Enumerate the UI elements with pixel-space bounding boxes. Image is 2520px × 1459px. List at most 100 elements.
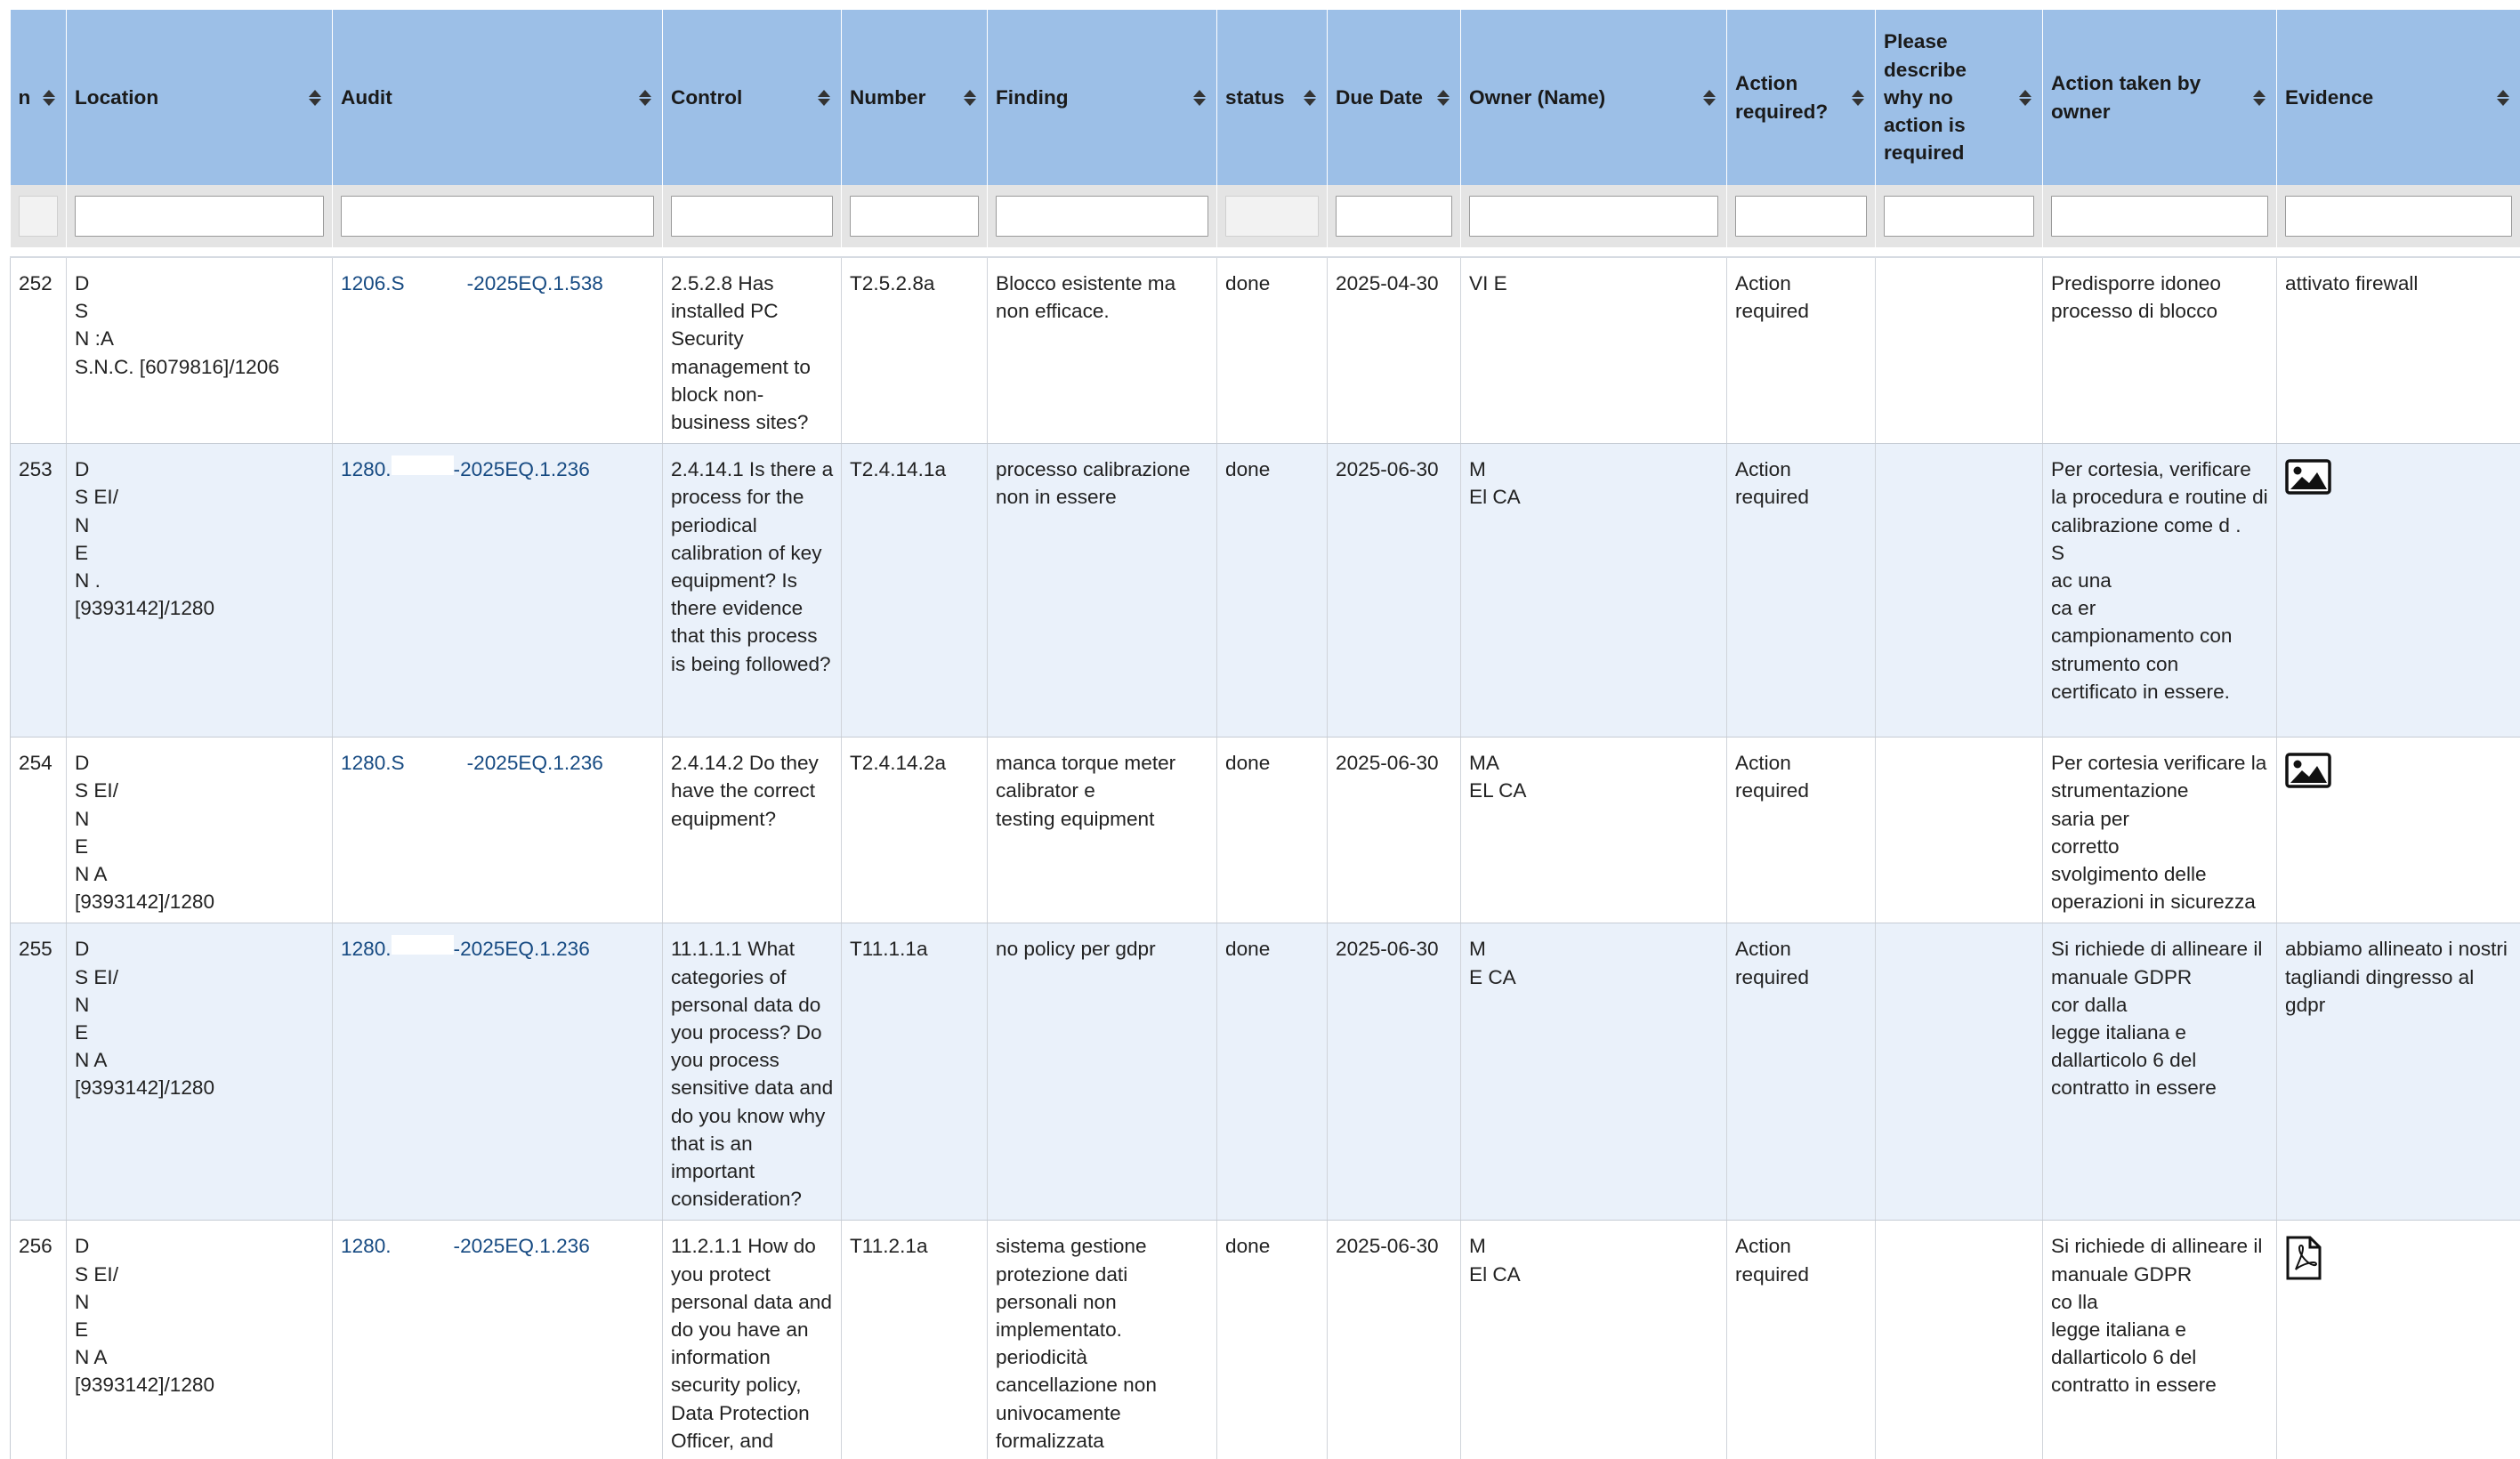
sort-icon[interactable] — [1852, 89, 1864, 106]
cell-due-date-text: 2025-06-30 — [1336, 458, 1439, 481]
cell-due-date: 2025-06-30 — [1327, 923, 1461, 1221]
audit-suffix[interactable]: -2025EQ.1.236 — [454, 1235, 590, 1257]
audit-suffix[interactable]: -2025EQ.1.236 — [454, 458, 590, 480]
column-header-location[interactable]: Location — [66, 10, 333, 185]
cell-finding-text: Blocco esistente ma non efficace. — [996, 272, 1176, 323]
cell-status-text: done — [1225, 272, 1271, 294]
filter-input-n[interactable] — [18, 196, 58, 237]
filter-input-audit[interactable] — [341, 196, 654, 237]
table-row[interactable]: 252 D S N :A S.N.C. [6079816]/1206 1206.S -… — [10, 257, 2520, 445]
column-header-audit[interactable]: Audit — [332, 10, 663, 185]
sort-icon[interactable] — [1703, 89, 1716, 106]
cell-audit-link[interactable]: 1206.S -2025EQ.1.538 — [332, 257, 663, 445]
filter-input-action-taken[interactable] — [2051, 196, 2268, 237]
cell-action-required-text: Action required — [1735, 458, 1809, 509]
cell-owner-text: VI E — [1469, 272, 1507, 294]
sort-icon[interactable] — [818, 89, 830, 106]
sort-icon[interactable] — [639, 89, 651, 106]
cell-number: T2.5.2.8a — [841, 257, 988, 445]
table-row[interactable]: 254 D S EI/ N E N A [9393142]/1280 1280.S -… — [10, 737, 2520, 924]
table-row[interactable]: 253 D S EI/ N E N . [9393142]/1280 1280. -2… — [10, 443, 2520, 738]
cell-number: T11.2.1a — [841, 1220, 988, 1459]
cell-status: done — [1216, 737, 1328, 924]
cell-action-required-text: Action required — [1735, 272, 1809, 323]
column-header-no-action-reason[interactable]: Please describe why no action is require… — [1875, 10, 2043, 185]
cell-finding: processo calibrazione non in essere — [987, 443, 1217, 738]
filter-row — [10, 185, 2520, 247]
sort-icon[interactable] — [2019, 89, 2031, 106]
cell-audit-link[interactable]: 1280. -2025EQ.1.236 — [332, 923, 663, 1221]
sort-icon[interactable] — [964, 89, 976, 106]
filter-input-location[interactable] — [75, 196, 324, 237]
audit-suffix[interactable]: -2025EQ.1.538 — [467, 272, 603, 294]
cell-status: done — [1216, 257, 1328, 445]
cell-finding: manca torque meter calibrator e testing … — [987, 737, 1217, 924]
column-header-status[interactable]: status — [1216, 10, 1328, 185]
cell-due-date-text: 2025-06-30 — [1336, 1235, 1439, 1258]
cell-audit-link[interactable]: 1280. -2025EQ.1.236 — [332, 1220, 663, 1459]
filter-input-action-required[interactable] — [1735, 196, 1867, 237]
cell-action-required: Action required — [1726, 443, 1876, 738]
audit-prefix[interactable]: 1280. — [341, 938, 392, 960]
sort-icon[interactable] — [1304, 89, 1316, 106]
column-header-action-taken[interactable]: Action taken by owner — [2042, 10, 2277, 185]
cell-action-taken: Per cortesia verificare la strumentazion… — [2042, 737, 2277, 924]
filter-input-finding[interactable] — [996, 196, 1208, 237]
column-header-label: Owner (Name) — [1469, 85, 1606, 109]
filter-input-number[interactable] — [850, 196, 979, 237]
column-header-due-date[interactable]: Due Date — [1327, 10, 1461, 185]
sort-icon[interactable] — [309, 89, 321, 106]
audit-prefix[interactable]: 1206.S — [341, 272, 405, 294]
filter-cell — [1726, 185, 1876, 247]
cell-control-text: 11.2.1.1 How do you protect personal dat… — [671, 1235, 832, 1459]
pdf-icon[interactable] — [2285, 1236, 2322, 1287]
column-header-owner[interactable]: Owner (Name) — [1460, 10, 1727, 185]
filter-input-control[interactable] — [671, 196, 833, 237]
audit-suffix[interactable]: -2025EQ.1.236 — [467, 752, 603, 774]
filter-cell — [841, 185, 988, 247]
sort-icon[interactable] — [1193, 89, 1206, 106]
cell-status-text: done — [1225, 458, 1271, 481]
filter-cell — [332, 185, 663, 247]
cell-control-text: 11.1.1.1 What categories of personal dat… — [671, 938, 834, 1211]
cell-finding-text: processo calibrazione non in essere — [996, 458, 1191, 509]
cell-n-text: 252 — [19, 272, 52, 294]
filter-input-due-date[interactable] — [1336, 196, 1452, 237]
audit-prefix[interactable]: 1280. — [341, 458, 392, 480]
audit-prefix[interactable]: 1280.S — [341, 752, 405, 774]
filter-input-no-action-reason[interactable] — [1884, 196, 2034, 237]
table-row[interactable]: 256 D S EI/ N E N A [9393142]/1280 1280. -2… — [10, 1220, 2520, 1459]
column-header-finding[interactable]: Finding — [987, 10, 1217, 185]
column-header-label: Finding — [996, 85, 1069, 109]
audit-suffix[interactable]: -2025EQ.1.236 — [454, 938, 590, 960]
column-header-action-required[interactable]: Action required? — [1726, 10, 1876, 185]
filter-input-evidence[interactable] — [2285, 196, 2512, 237]
image-icon[interactable] — [2285, 753, 2331, 795]
audit-prefix[interactable]: 1280. — [341, 1235, 392, 1257]
cell-action-required-text: Action required — [1735, 1235, 1809, 1286]
filter-input-owner[interactable] — [1469, 196, 1718, 237]
cell-n-text: 256 — [19, 1235, 52, 1258]
cell-audit-link[interactable]: 1280. -2025EQ.1.236 — [332, 443, 663, 738]
table-row[interactable]: 255 D S EI/ N E N A [9393142]/1280 1280. -2… — [10, 923, 2520, 1221]
sort-icon[interactable] — [43, 89, 55, 106]
column-header-evidence[interactable]: Evidence — [2276, 10, 2520, 185]
cell-number: T11.1.1a — [841, 923, 988, 1221]
cell-action-taken: Predisporre idoneo processo di blocco — [2042, 257, 2277, 445]
column-header-n[interactable]: n — [10, 10, 67, 185]
cell-n-text: 255 — [19, 938, 52, 961]
image-icon[interactable] — [2285, 459, 2331, 502]
cell-control: 2.4.14.1 Is there a process for the peri… — [662, 443, 842, 738]
cell-owner-text: M El CA — [1469, 1235, 1521, 1286]
cell-status: done — [1216, 443, 1328, 738]
sort-icon[interactable] — [2253, 89, 2266, 106]
sort-icon[interactable] — [1437, 89, 1450, 106]
filter-cell — [2276, 185, 2520, 247]
sort-icon[interactable] — [2497, 89, 2509, 106]
redaction-block — [404, 270, 467, 289]
column-header-control[interactable]: Control — [662, 10, 842, 185]
cell-due-date-text: 2025-06-30 — [1336, 752, 1439, 775]
cell-audit-link[interactable]: 1280.S -2025EQ.1.236 — [332, 737, 663, 924]
filter-input-status[interactable] — [1225, 196, 1319, 237]
column-header-number[interactable]: Number — [841, 10, 988, 185]
